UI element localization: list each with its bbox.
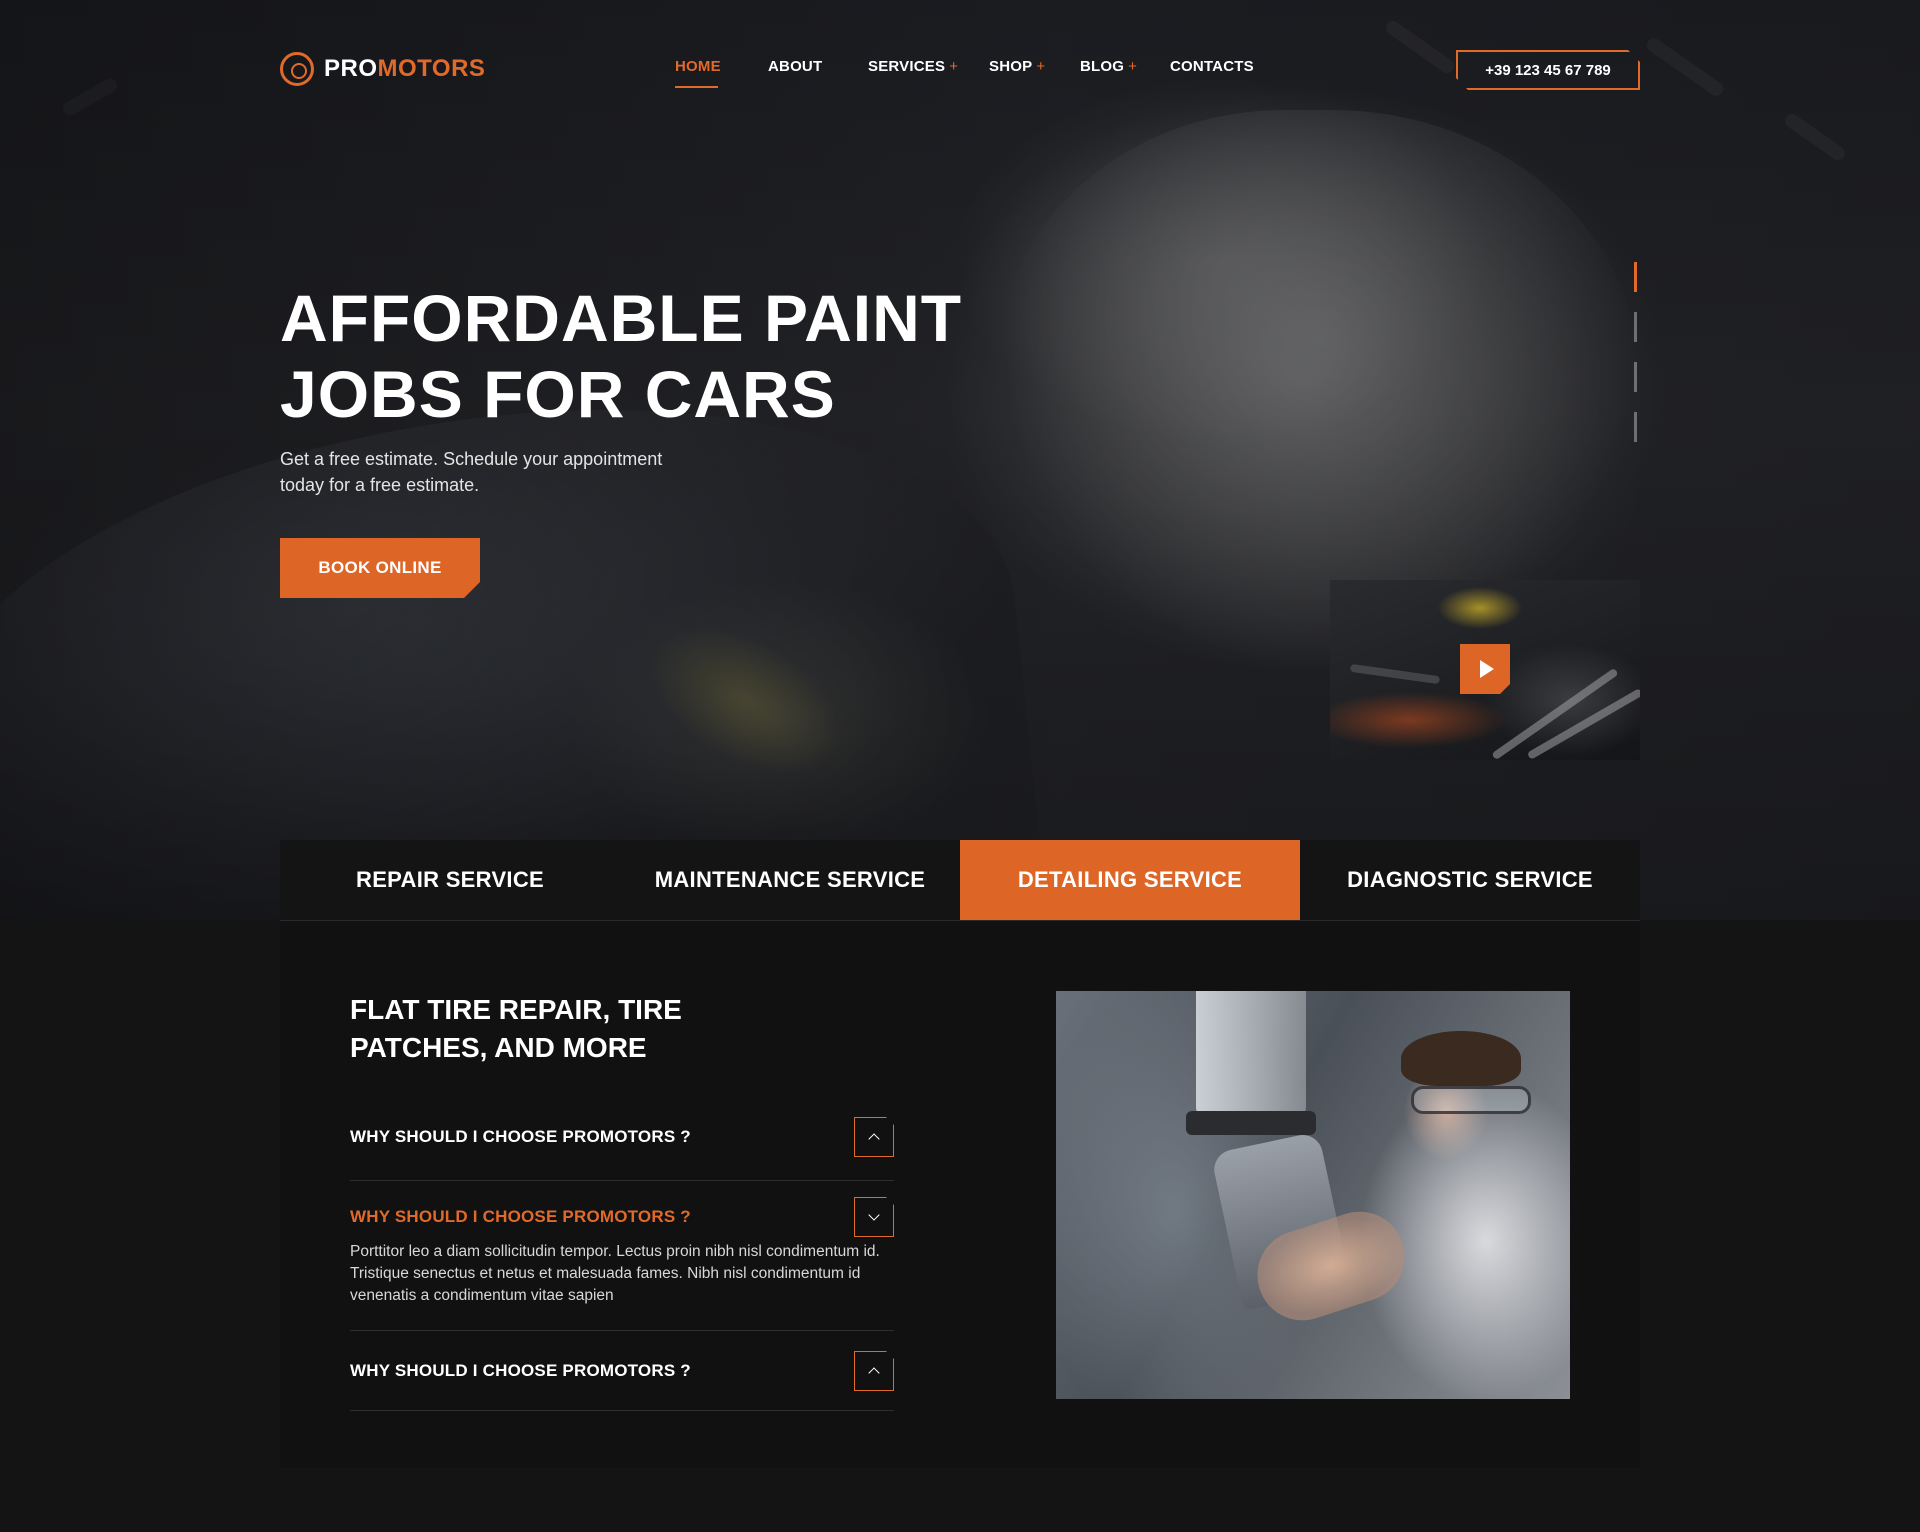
phone-number: +39 123 45 67 789 — [1485, 61, 1611, 79]
hose-shape — [1349, 663, 1441, 685]
logo-text-motors: MOTORS — [377, 55, 486, 82]
tab-diagnostic-service[interactable]: DIAGNOSTIC SERVICE — [1300, 840, 1640, 920]
painter-photo — [1056, 991, 1570, 1399]
faq-question[interactable]: WHY SHOULD I CHOOSE PROMOTORS ? — [350, 1127, 894, 1147]
nav-item-about[interactable]: ABOUT — [768, 58, 822, 75]
chevron-up-icon — [868, 1367, 879, 1378]
slider-dot-2[interactable] — [1634, 312, 1637, 342]
tab-maintenance-service[interactable]: MAINTENANCE SERVICE — [620, 840, 960, 920]
faq-answer: Porttitor leo a diam sollicitudin tempor… — [350, 1243, 880, 1304]
play-button[interactable] — [1460, 644, 1510, 694]
nav-item-shop[interactable]: SHOP + — [989, 58, 1045, 75]
faq-toggle-button[interactable] — [854, 1351, 894, 1391]
hero-subtitle: Get a free estimate. Schedule your appoi… — [280, 449, 663, 495]
panel-title: FLAT TIRE REPAIR, TIRE PATCHES, AND MORE — [350, 994, 682, 1063]
faq-item[interactable]: WHY SHOULD I CHOOSE PROMOTORS ? — [350, 1101, 894, 1181]
wheel-icon — [280, 52, 314, 86]
hair-shape — [1401, 1031, 1521, 1086]
faq-question[interactable]: WHY SHOULD I CHOOSE PROMOTORS ? — [350, 1361, 894, 1381]
tab-repair-service[interactable]: REPAIR SERVICE — [280, 840, 620, 920]
slider-dot-3[interactable] — [1634, 362, 1637, 392]
hero-title: AFFORDABLE PAINT JOBS FOR CARS — [280, 280, 980, 432]
nav-item-label: SERVICES — [868, 58, 946, 75]
nav-item-blog[interactable]: BLOG + — [1080, 58, 1137, 75]
plus-icon: + — [1128, 58, 1138, 75]
hero-title-line1: AFFORDABLE PAINT — [280, 281, 963, 355]
service-tabs: REPAIR SERVICE MAINTENANCE SERVICE DETAI… — [280, 840, 1640, 920]
plus-icon: + — [949, 58, 959, 75]
faq-item[interactable]: WHY SHOULD I CHOOSE PROMOTORS ? — [350, 1331, 894, 1411]
faq-toggle-button[interactable] — [854, 1117, 894, 1157]
slider-pagination — [1634, 262, 1638, 442]
goggles-shape — [1411, 1086, 1531, 1114]
tab-label: REPAIR SERVICE — [356, 867, 544, 892]
book-online-label: BOOK ONLINE — [318, 558, 442, 577]
tab-detailing-service[interactable]: DETAILING SERVICE — [960, 840, 1300, 920]
faq-toggle-button[interactable] — [854, 1197, 894, 1237]
logo[interactable]: PROMOTORS — [280, 52, 485, 86]
nav-item-label: ABOUT — [768, 58, 823, 75]
nav-item-home[interactable]: HOME — [675, 58, 721, 75]
video-thumbnail[interactable] — [1330, 580, 1640, 760]
tab-label: DIAGNOSTIC SERVICE — [1347, 867, 1593, 892]
tab-label: MAINTENANCE SERVICE — [654, 867, 926, 892]
service-panel: FLAT TIRE REPAIR, TIRE PATCHES, AND MORE… — [280, 920, 1640, 1468]
nav-item-label: CONTACTS — [1170, 58, 1254, 75]
chevron-down-icon — [868, 1209, 879, 1220]
plus-icon: + — [1036, 58, 1046, 75]
nav-item-label: BLOG — [1080, 58, 1125, 75]
nav-item-label: SHOP — [989, 58, 1033, 75]
faq-question[interactable]: WHY SHOULD I CHOOSE PROMOTORS ? — [350, 1207, 894, 1227]
play-icon — [1480, 660, 1494, 678]
chevron-up-icon — [868, 1133, 879, 1144]
tab-label: DETAILING SERVICE — [1017, 867, 1243, 892]
slider-dot-4[interactable] — [1634, 412, 1637, 442]
phone-button[interactable]: +39 123 45 67 789 — [1456, 50, 1640, 90]
faq-item[interactable]: WHY SHOULD I CHOOSE PROMOTORS ? Porttito… — [350, 1181, 894, 1331]
paint-cup-shape — [1196, 991, 1306, 1121]
paint-cup-ring-shape — [1186, 1111, 1316, 1135]
faq-accordion: WHY SHOULD I CHOOSE PROMOTORS ? WHY SHOU… — [350, 1101, 894, 1411]
slider-dot-1[interactable] — [1634, 262, 1637, 292]
book-online-button[interactable]: BOOK ONLINE — [280, 538, 480, 598]
nav-active-underline — [675, 86, 718, 88]
nav-item-label: HOME — [675, 58, 721, 75]
logo-text: PROMOTORS — [324, 55, 485, 83]
nav-item-contacts[interactable]: CONTACTS — [1170, 58, 1254, 75]
logo-text-pro: PRO — [324, 55, 378, 82]
nav-item-services[interactable]: SERVICES + — [868, 58, 958, 75]
hero-title-line2: JOBS FOR CARS — [280, 357, 836, 431]
site-header: PROMOTORS HOME ABOUT SERVICES + SHOP + BLO… — [0, 0, 1920, 140]
